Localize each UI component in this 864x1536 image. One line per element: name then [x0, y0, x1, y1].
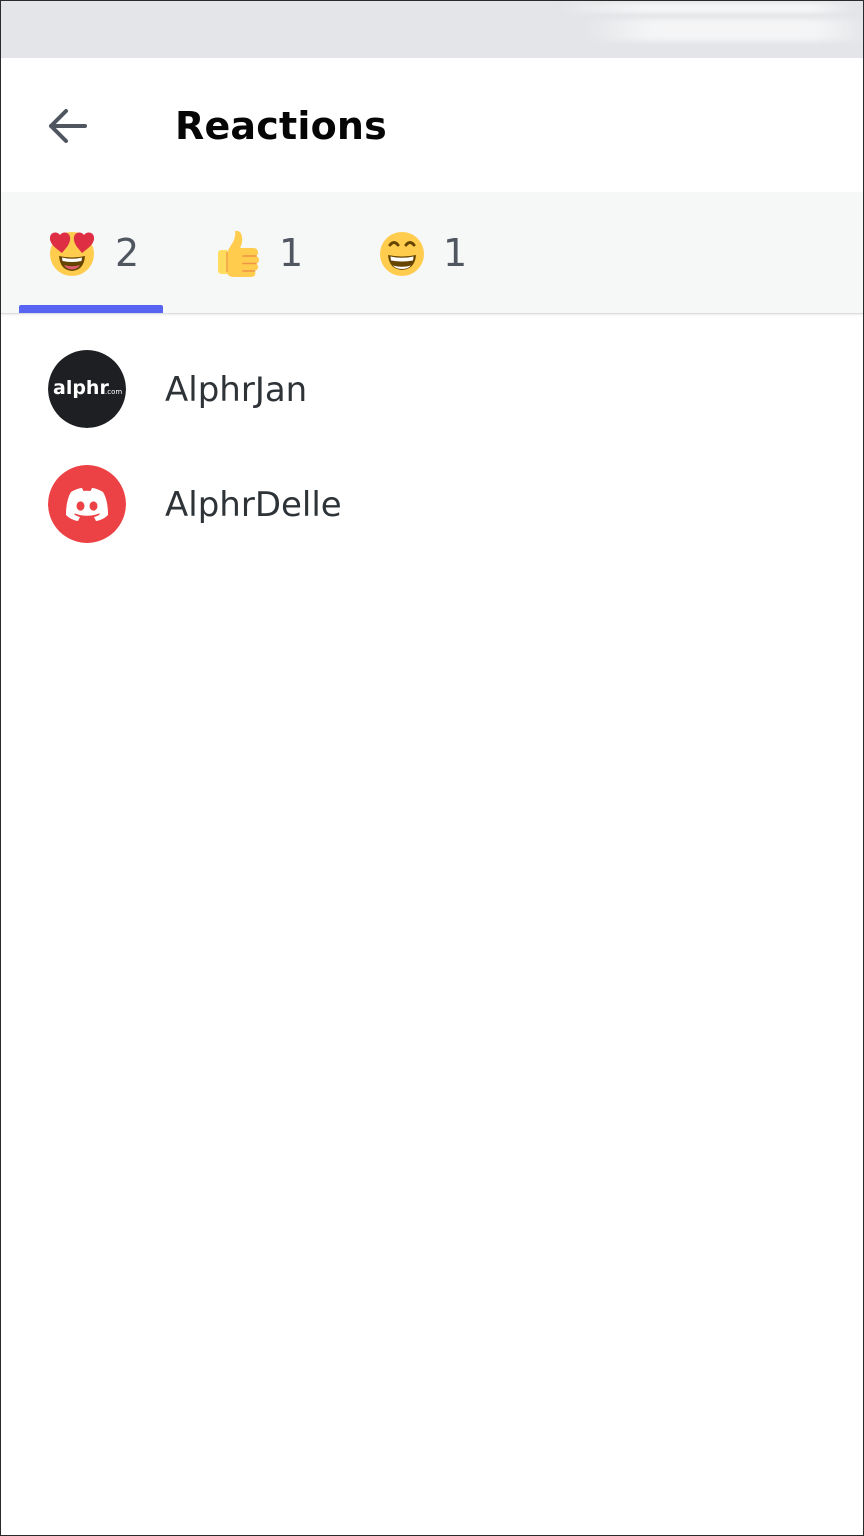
status-bar-blurred-area [556, 3, 856, 13]
svg-text:alphr: alphr [53, 377, 109, 399]
user-row[interactable]: alphr .com AlphrJan [1, 314, 863, 429]
arrow-left-icon [49, 109, 87, 143]
tab-count: 1 [279, 231, 304, 275]
reaction-tabs: 2 1 1 [1, 192, 863, 314]
tab-thumbs-up[interactable]: 1 [201, 192, 311, 313]
user-row[interactable]: AlphrDelle [1, 429, 863, 544]
page-title: Reactions [175, 104, 387, 148]
discord-logo-icon [48, 465, 126, 543]
status-bar-blurred-area [581, 19, 863, 41]
grinning-emoji-icon [380, 232, 424, 276]
tab-grinning[interactable]: 1 [363, 192, 473, 313]
tab-heart-eyes[interactable]: 2 [19, 192, 165, 313]
heart-eyes-emoji-icon [49, 232, 95, 276]
header: Reactions [1, 58, 863, 192]
alphr-logo-icon: alphr .com [48, 350, 126, 428]
status-bar [1, 1, 863, 58]
app-screen: Reactions 2 1 1 alphr .com AlphrJan Alph… [0, 0, 864, 1536]
thumbs-up-emoji-icon [218, 230, 259, 277]
avatar [48, 465, 126, 543]
tab-count: 2 [115, 231, 140, 275]
tab-count: 1 [443, 231, 468, 275]
back-button[interactable] [39, 98, 95, 154]
avatar: alphr .com [48, 350, 126, 428]
selected-tab-indicator [19, 305, 163, 313]
svg-text:.com: .com [105, 388, 122, 396]
username: AlphrJan [165, 370, 308, 410]
username: AlphrDelle [165, 485, 342, 525]
